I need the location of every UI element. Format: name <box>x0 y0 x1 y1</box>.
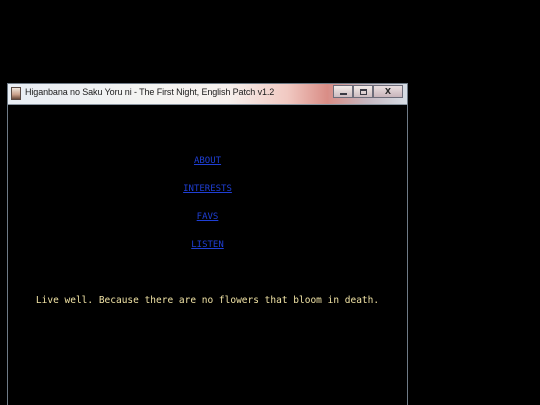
quote-text: Live well. Because there are no flowers … <box>35 295 380 306</box>
title-bar[interactable]: Higanbana no Saku Yoru ni - The First Ni… <box>8 84 407 105</box>
desktop: Higanbana no Saku Yoru ni - The First Ni… <box>0 0 540 405</box>
close-button[interactable]: X <box>373 85 403 98</box>
app-window: Higanbana no Saku Yoru ni - The First Ni… <box>7 83 408 405</box>
window-controls: X <box>333 85 403 98</box>
nav-link-interests[interactable]: INTERESTS <box>8 184 407 194</box>
nav-link-listen[interactable]: LISTEN <box>8 240 407 250</box>
maximize-button[interactable] <box>353 85 373 98</box>
app-icon <box>11 87 21 100</box>
page-content: ABOUT INTERESTS FAVS LISTEN Live well. B… <box>8 105 407 405</box>
nav-link-about[interactable]: ABOUT <box>8 156 407 166</box>
minimize-button[interactable] <box>333 85 353 98</box>
minimize-icon <box>339 92 347 95</box>
window-title: Higanbana no Saku Yoru ni - The First Ni… <box>25 87 275 97</box>
maximize-icon <box>359 88 367 95</box>
nav-link-favs[interactable]: FAVS <box>8 212 407 222</box>
close-icon: X <box>384 86 392 96</box>
